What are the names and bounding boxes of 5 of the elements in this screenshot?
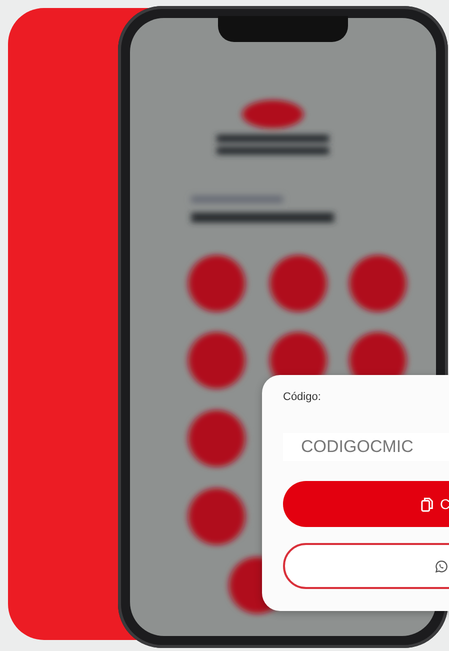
whatsapp-icon: [435, 558, 448, 574]
code-field[interactable]: CODIGOCMIC: [283, 433, 449, 461]
whatsapp-button[interactable]: [283, 543, 449, 589]
code-label: Código:: [283, 391, 321, 403]
copy-icon: [421, 496, 434, 512]
